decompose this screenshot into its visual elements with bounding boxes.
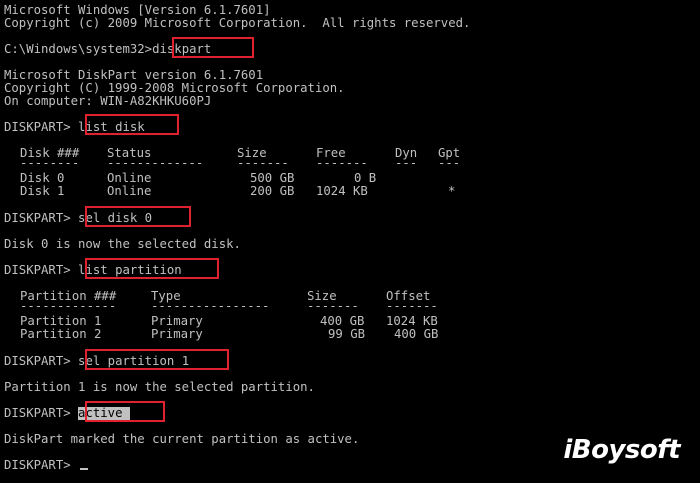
partition-table-separator: ------- (307, 299, 359, 313)
disk-table-separator: --- (438, 156, 461, 170)
partition-table-cell: Primary (151, 327, 203, 341)
prompt-label: DISKPART> (4, 458, 79, 472)
prompt-line-list-disk: DISKPART> list disk (4, 121, 145, 134)
partition-table-cell: 400 GB (394, 327, 439, 341)
command-active-text: active (78, 406, 123, 420)
disk-table-separator: ------- (237, 156, 289, 170)
command-sel-partition: sel partition 1 (78, 354, 190, 368)
partition-table-cell: 99 GB (328, 327, 366, 341)
prompt-line-active: DISKPART> active (4, 407, 130, 420)
marked-active-message: DiskPart marked the current partition as… (4, 432, 360, 446)
partition-table-cell: Partition 2 (20, 327, 102, 341)
partition-table-separator: ------------- (20, 299, 117, 313)
disk-table-cell: * (448, 184, 456, 198)
prompt-label: DISKPART> (4, 406, 79, 420)
prompt-path: C:\Windows\system32> (4, 42, 153, 56)
prompt-line-sel-disk: DISKPART> sel disk 0 (4, 212, 152, 225)
prompt-line-list-partition: DISKPART> list partition (4, 264, 182, 277)
partition-table-separator: ---------------- (151, 299, 270, 313)
prompt-label: DISKPART> (4, 211, 79, 225)
command-diskpart: diskpart (152, 42, 212, 56)
current-prompt-line[interactable]: DISKPART> (4, 458, 89, 472)
disk-selected-message: Disk 0 is now the selected disk. (4, 237, 241, 251)
text-cursor (80, 468, 89, 470)
disk-table-separator: --- (395, 156, 418, 170)
prompt-label: DISKPART> (4, 120, 79, 134)
watermark-logo: iBoysoft (563, 435, 680, 465)
disk-table-separator: ------------- (107, 156, 204, 170)
command-prompt-window[interactable]: Microsoft Windows [Version 6.1.7601] Cop… (4, 0, 694, 483)
command-active: active (78, 407, 130, 420)
command-list-partition: list partition (78, 263, 182, 277)
prompt-line-sel-partition: DISKPART> sel partition 1 (4, 355, 189, 368)
computer-name-line: On computer: WIN-A82KHKU60PJ (4, 94, 212, 108)
disk-table-cell: 1024 KB (316, 184, 368, 198)
partition-selected-message: Partition 1 is now the selected partitio… (4, 380, 315, 394)
prompt-label: DISKPART> (4, 354, 79, 368)
prompt-line-diskpart: C:\Windows\system32>diskpart (4, 43, 211, 56)
copyright-line: Copyright (c) 2009 Microsoft Corporation… (4, 16, 471, 30)
partition-table-separator: ------- (386, 299, 438, 313)
disk-table-separator: ------- (316, 156, 368, 170)
disk-table-cell: Online (107, 184, 152, 198)
disk-table-separator: -------- (20, 156, 80, 170)
disk-table-cell: Disk 1 (20, 184, 65, 198)
command-list-disk: list disk (78, 120, 145, 134)
disk-table-cell: 200 GB (250, 184, 295, 198)
command-sel-disk: sel disk 0 (78, 211, 153, 225)
prompt-label: DISKPART> (4, 263, 79, 277)
